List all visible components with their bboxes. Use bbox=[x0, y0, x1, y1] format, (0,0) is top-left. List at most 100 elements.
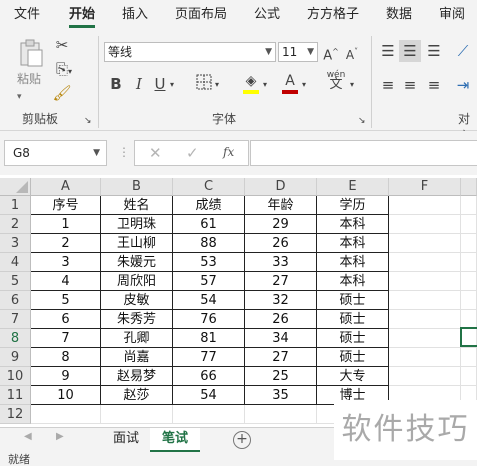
cell[interactable]: 53 bbox=[173, 253, 245, 272]
cell[interactable] bbox=[389, 329, 461, 348]
underline-dropdown-icon[interactable]: ▾ bbox=[170, 76, 174, 94]
cell[interactable]: 成绩 bbox=[173, 196, 245, 215]
cell[interactable]: 27 bbox=[245, 348, 317, 367]
cell[interactable]: 61 bbox=[173, 215, 245, 234]
cell[interactable] bbox=[389, 253, 461, 272]
cell[interactable]: 硕士 bbox=[317, 329, 389, 348]
cell[interactable]: 35 bbox=[245, 386, 317, 405]
row-header-7[interactable]: 7 bbox=[0, 310, 31, 329]
more-options-icon[interactable]: ⋮ bbox=[118, 145, 130, 159]
cell[interactable]: 学历 bbox=[317, 196, 389, 215]
cut-icon[interactable]: ✂ bbox=[52, 36, 72, 54]
cell[interactable]: 本科 bbox=[317, 234, 389, 253]
cell[interactable]: 26 bbox=[245, 310, 317, 329]
row-header-2[interactable]: 2 bbox=[0, 215, 31, 234]
paste-dropdown-icon[interactable]: ▾ bbox=[17, 88, 22, 106]
tab-review[interactable]: 审阅 bbox=[439, 0, 465, 30]
border-dropdown-icon[interactable]: ▾ bbox=[215, 76, 219, 94]
cell[interactable] bbox=[461, 196, 477, 215]
column-header-c[interactable]: C bbox=[173, 178, 245, 196]
format-painter-icon[interactable]: 🖌 bbox=[52, 84, 72, 102]
cell[interactable]: 皮敏 bbox=[101, 291, 173, 310]
tab-home[interactable]: 开始 bbox=[69, 0, 96, 30]
pinyin-icon[interactable]: wén 文 bbox=[326, 70, 346, 91]
cell[interactable]: 54 bbox=[173, 386, 245, 405]
cell[interactable] bbox=[461, 272, 477, 291]
tab-formulas[interactable]: 公式 bbox=[254, 0, 280, 30]
row-header-11[interactable]: 11 bbox=[0, 386, 31, 405]
font-launcher-icon[interactable]: ↘ bbox=[358, 112, 366, 130]
row-header-6[interactable]: 6 bbox=[0, 291, 31, 310]
orientation-icon[interactable]: ⟋ bbox=[454, 42, 472, 60]
cell[interactable] bbox=[461, 367, 477, 386]
cell[interactable] bbox=[245, 405, 317, 424]
cell[interactable] bbox=[389, 272, 461, 291]
align-middle-icon[interactable]: ☰ bbox=[399, 40, 421, 62]
cell[interactable] bbox=[461, 348, 477, 367]
tab-data[interactable]: 数据 bbox=[386, 0, 412, 30]
cell[interactable] bbox=[173, 405, 245, 424]
cell[interactable]: 27 bbox=[245, 272, 317, 291]
cell[interactable]: 29 bbox=[245, 215, 317, 234]
align-top-icon[interactable]: ☰ bbox=[379, 42, 397, 60]
grow-font-icon[interactable]: A^ bbox=[322, 43, 340, 65]
row-header-12[interactable]: 12 bbox=[0, 405, 31, 424]
name-box[interactable]: G8 ▼ bbox=[4, 140, 107, 166]
cell[interactable]: 54 bbox=[173, 291, 245, 310]
column-header-d[interactable]: D bbox=[245, 178, 317, 196]
column-header-b[interactable]: B bbox=[101, 178, 173, 196]
cell[interactable] bbox=[31, 405, 101, 424]
cell[interactable]: 赵易梦 bbox=[101, 367, 173, 386]
cell[interactable] bbox=[461, 215, 477, 234]
font-name-select[interactable]: 等线 ▼ bbox=[104, 42, 276, 62]
cancel-icon[interactable]: ✕ bbox=[149, 144, 162, 162]
cell[interactable] bbox=[389, 291, 461, 310]
cell[interactable]: 10 bbox=[31, 386, 101, 405]
align-right-icon[interactable]: ≡ bbox=[425, 76, 443, 94]
font-size-select[interactable]: 11 ▼ bbox=[278, 42, 318, 62]
paste-icon[interactable] bbox=[16, 38, 46, 68]
align-bottom-icon[interactable]: ☰ bbox=[425, 42, 443, 60]
cell[interactable]: 本科 bbox=[317, 253, 389, 272]
insert-function-button[interactable]: fx bbox=[223, 145, 234, 159]
clipboard-launcher-icon[interactable]: ↘ bbox=[84, 112, 92, 130]
cell[interactable]: 34 bbox=[245, 329, 317, 348]
row-header-3[interactable]: 3 bbox=[0, 234, 31, 253]
cell[interactable]: 2 bbox=[31, 234, 101, 253]
row-header-4[interactable]: 4 bbox=[0, 253, 31, 272]
cell[interactable]: 33 bbox=[245, 253, 317, 272]
align-center-icon[interactable]: ≡ bbox=[401, 76, 419, 94]
column-header-g[interactable] bbox=[461, 178, 477, 196]
row-header-5[interactable]: 5 bbox=[0, 272, 31, 291]
cell[interactable] bbox=[101, 405, 173, 424]
cell[interactable]: 7 bbox=[31, 329, 101, 348]
select-all-corner[interactable] bbox=[0, 178, 31, 196]
tab-file[interactable]: 文件 bbox=[14, 0, 40, 30]
cell[interactable] bbox=[461, 291, 477, 310]
cell[interactable]: 66 bbox=[173, 367, 245, 386]
underline-button[interactable]: U bbox=[152, 75, 168, 93]
cell[interactable] bbox=[389, 310, 461, 329]
cell[interactable]: 1 bbox=[31, 215, 101, 234]
border-icon[interactable] bbox=[195, 74, 213, 94]
cell[interactable]: 序号 bbox=[31, 196, 101, 215]
tab-page-layout[interactable]: 页面布局 bbox=[175, 0, 227, 30]
scroll-right-icon[interactable]: ▶ bbox=[56, 431, 64, 442]
tab-fangfang[interactable]: 方方格子 bbox=[307, 0, 359, 30]
cell[interactable]: 王山柳 bbox=[101, 234, 173, 253]
cell[interactable]: 周欣阳 bbox=[101, 272, 173, 291]
cell[interactable]: 32 bbox=[245, 291, 317, 310]
row-header-10[interactable]: 10 bbox=[0, 367, 31, 386]
cell[interactable]: 88 bbox=[173, 234, 245, 253]
cell[interactable]: 81 bbox=[173, 329, 245, 348]
column-header-f[interactable]: F bbox=[389, 178, 461, 196]
row-header-1[interactable]: 1 bbox=[0, 196, 31, 215]
cell[interactable] bbox=[389, 348, 461, 367]
tab-insert[interactable]: 插入 bbox=[122, 0, 148, 30]
cell[interactable]: 姓名 bbox=[101, 196, 173, 215]
cell[interactable]: 卫明珠 bbox=[101, 215, 173, 234]
cell[interactable]: 朱秀芳 bbox=[101, 310, 173, 329]
cell[interactable] bbox=[461, 253, 477, 272]
column-header-e[interactable]: E bbox=[317, 178, 389, 196]
cell[interactable]: 本科 bbox=[317, 272, 389, 291]
